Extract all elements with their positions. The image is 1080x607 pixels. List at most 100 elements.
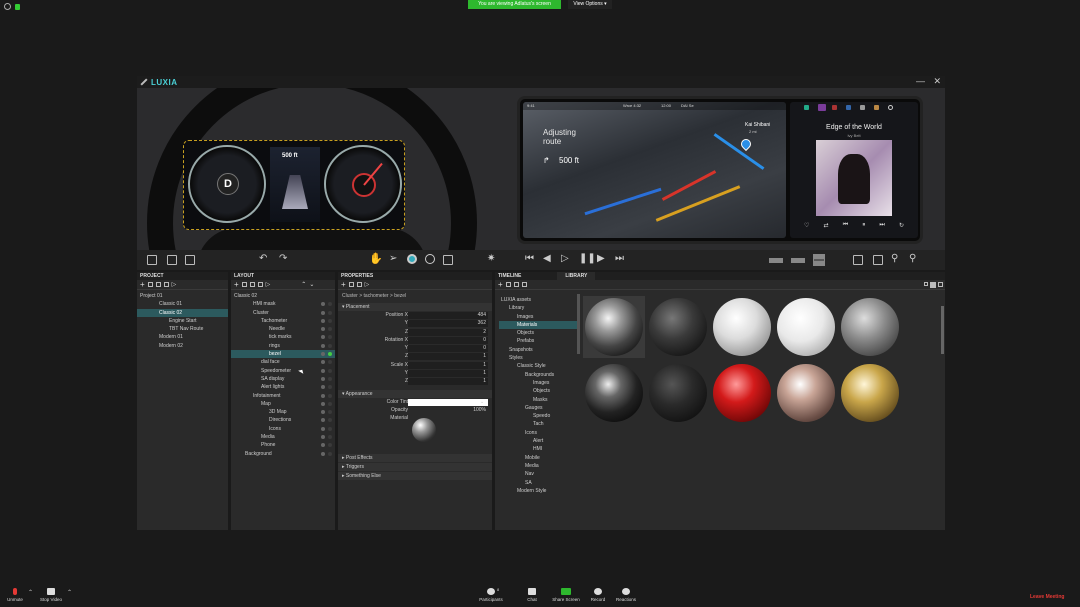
tree-item[interactable]: Project 01 xyxy=(137,292,228,300)
material-red-gloss[interactable] xyxy=(713,364,771,422)
info-icon[interactable] xyxy=(4,3,11,10)
copy-icon[interactable] xyxy=(155,282,161,287)
layer-item-selected[interactable]: bezel xyxy=(231,350,335,359)
shuffle-icon[interactable]: ⇄ xyxy=(824,222,829,230)
lib-tree-item[interactable]: Tach xyxy=(499,420,579,428)
copy-icon[interactable] xyxy=(513,282,519,287)
app-icon-3[interactable] xyxy=(832,105,837,110)
material-chrome[interactable] xyxy=(585,298,643,356)
duplicate-icon[interactable] xyxy=(348,282,354,287)
large-grid-icon[interactable] xyxy=(929,281,936,288)
layer-item[interactable]: Phone xyxy=(231,441,335,449)
prev-track-icon[interactable]: ⏮ xyxy=(843,222,848,230)
layout-single-icon[interactable] xyxy=(769,258,783,263)
layer-item[interactable]: rings xyxy=(231,342,335,350)
layer-item[interactable]: SA display xyxy=(231,375,335,383)
layer-item[interactable]: Infotainment xyxy=(231,392,335,400)
view-options-button[interactable]: View Options ▾ xyxy=(568,0,612,9)
lib-tree-item[interactable]: Classic Style xyxy=(499,362,579,370)
lib-tree-item[interactable]: Prefabs xyxy=(499,337,579,345)
duplicate-icon[interactable] xyxy=(241,282,247,287)
layout-stack-icon[interactable] xyxy=(813,254,825,266)
duplicate-icon[interactable] xyxy=(505,282,511,287)
prop-input[interactable]: 0 xyxy=(408,345,488,353)
library-tree-scrollbar[interactable] xyxy=(577,294,580,354)
prop-input[interactable]: 362 xyxy=(408,320,488,328)
add-icon[interactable]: + xyxy=(498,280,503,289)
delete-icon[interactable] xyxy=(257,282,263,287)
lib-tree-item[interactable]: Images xyxy=(499,313,579,321)
material-rose-gold[interactable] xyxy=(777,364,835,422)
material-white-gloss[interactable] xyxy=(713,298,771,356)
layer-item[interactable]: Tachometer xyxy=(231,317,335,325)
chat-button[interactable]: Chat xyxy=(522,588,542,602)
lib-tree-item[interactable]: Objects xyxy=(499,387,579,395)
light-icon[interactable]: ✷ xyxy=(487,253,495,264)
triggers-section[interactable]: ▸ Triggers xyxy=(338,463,492,471)
layer-item[interactable]: HMI mask xyxy=(231,300,335,308)
lib-tree-item[interactable]: Alert xyxy=(499,437,579,445)
lib-tree-item[interactable]: Snapshots xyxy=(499,346,579,354)
hand-tool-icon[interactable]: ✋ xyxy=(369,252,383,265)
layout-dual-icon[interactable] xyxy=(791,258,805,263)
lib-tree-item[interactable]: Mobile xyxy=(499,454,579,462)
lib-tree-item[interactable]: Masks xyxy=(499,396,579,404)
tab-library[interactable]: LIBRARY xyxy=(557,272,596,280)
tab-timeline[interactable]: TIMELINE xyxy=(498,272,521,280)
layer-item[interactable]: Icons xyxy=(231,425,335,433)
chevron-down-icon[interactable]: ⌄ xyxy=(480,398,484,406)
prop-input[interactable]: 1 xyxy=(408,353,488,361)
lib-tree-item[interactable]: Styles xyxy=(499,354,579,362)
duplicate-icon[interactable] xyxy=(147,282,153,287)
layer-item[interactable]: Alert lights xyxy=(231,383,335,391)
lib-tree-item[interactable]: Modern Style xyxy=(499,487,579,495)
settings-icon[interactable] xyxy=(888,105,893,110)
layer-item[interactable]: Cluster xyxy=(231,309,335,317)
skip-start-icon[interactable]: ⏮ xyxy=(525,253,534,264)
placement-section[interactable]: ▾ Placement xyxy=(338,303,492,311)
layer-item[interactable]: dial face xyxy=(231,358,335,366)
redo-icon[interactable]: ↷ xyxy=(279,253,287,264)
unmute-button[interactable]: Unmute xyxy=(4,588,26,602)
material-white-matte[interactable] xyxy=(777,298,835,356)
prop-input[interactable]: 1 xyxy=(408,361,488,369)
add-icon[interactable]: + xyxy=(234,280,239,289)
library-scrollbar[interactable] xyxy=(941,306,944,354)
lib-tree-item[interactable]: HMI xyxy=(499,445,579,453)
material-brushed-steel[interactable] xyxy=(841,298,899,356)
lib-tree-item[interactable]: Media xyxy=(499,462,579,470)
lib-tree-item[interactable]: LUXIA assets xyxy=(499,296,579,304)
app-icon-5[interactable] xyxy=(860,105,865,110)
tree-item[interactable]: Modern 01 xyxy=(137,333,228,341)
expand-down-icon[interactable]: ⌄ xyxy=(309,281,314,288)
rotate-tool-icon[interactable] xyxy=(425,254,435,264)
open-folder-icon[interactable] xyxy=(147,255,157,265)
lib-tree-item[interactable]: Objects xyxy=(499,329,579,337)
camera-icon[interactable] xyxy=(853,255,863,265)
reactions-button[interactable]: Reactions xyxy=(614,588,638,602)
lib-tree-item[interactable]: Backgrounds xyxy=(499,371,579,379)
copy-icon[interactable] xyxy=(249,282,255,287)
layer-item[interactable]: Background xyxy=(231,450,335,458)
lib-tree-item[interactable]: Library xyxy=(499,304,579,312)
chevron-up-icon[interactable]: ⌃ xyxy=(28,589,33,596)
share-screen-button[interactable]: Share Screen xyxy=(550,588,582,602)
tree-item[interactable]: TBT Nav Route xyxy=(137,325,228,333)
add-icon[interactable]: + xyxy=(341,280,346,289)
lib-tree-item[interactable]: Gauges xyxy=(499,404,579,412)
tree-item[interactable]: Modern 02 xyxy=(137,342,228,350)
select-tool-icon[interactable]: ➢ xyxy=(389,253,397,264)
app-icon-6[interactable] xyxy=(874,105,879,110)
post-effects-section[interactable]: ▸ Post Effects xyxy=(338,454,492,462)
tree-item[interactable]: Classic 01 xyxy=(137,300,228,308)
copy-icon[interactable] xyxy=(167,255,177,265)
material-black-chrome[interactable] xyxy=(585,364,643,422)
collapse-up-icon[interactable]: ⌃ xyxy=(301,281,306,288)
lib-tree-item-selected[interactable]: Materials xyxy=(499,320,579,330)
scale-tool-icon[interactable] xyxy=(443,255,453,265)
grid-icon[interactable] xyxy=(873,255,883,265)
heart-icon[interactable]: ♡ xyxy=(804,222,809,230)
prop-input[interactable]: 1 xyxy=(408,370,488,378)
layer-item[interactable]: tick marks xyxy=(231,333,335,341)
layer-item[interactable]: Map xyxy=(231,400,335,408)
